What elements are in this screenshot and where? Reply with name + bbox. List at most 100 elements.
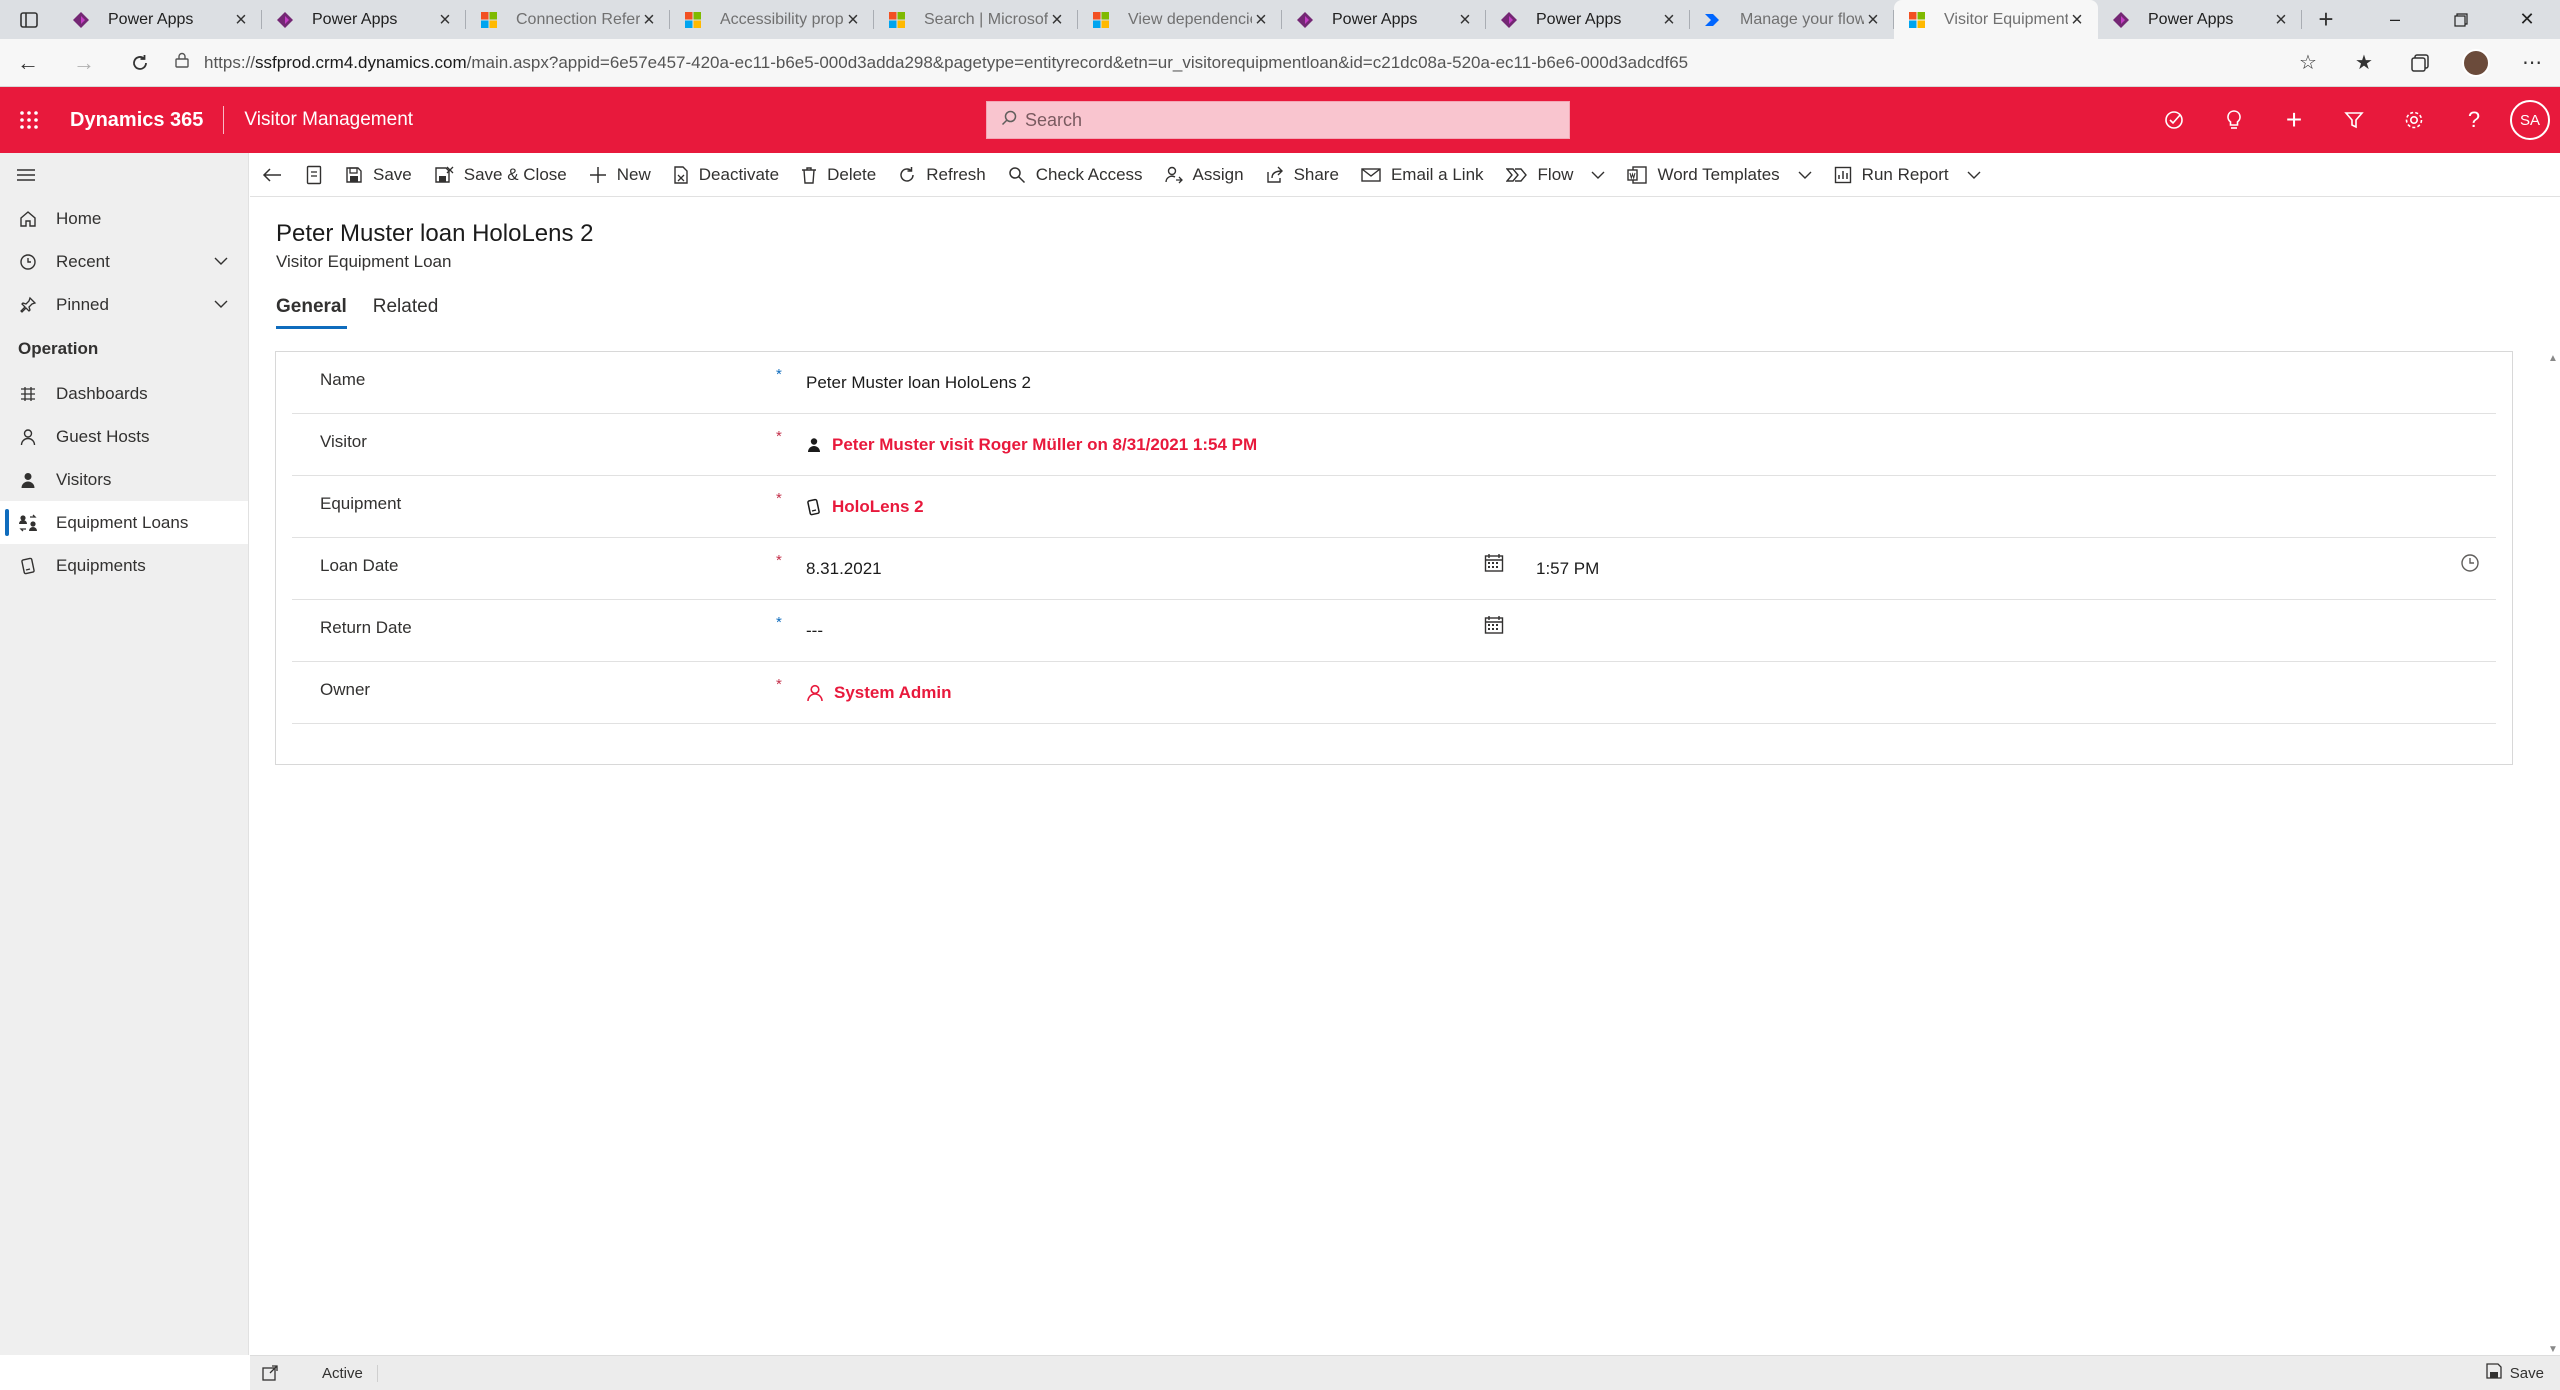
browser-tab[interactable]: Visitor Equipment × xyxy=(1894,0,2098,39)
new-tab-button[interactable]: + xyxy=(2302,0,2350,39)
forward-button[interactable]: → xyxy=(56,39,112,87)
loan-date-input[interactable]: 8.31.2021 xyxy=(806,559,882,579)
browser-tab[interactable]: Power Apps × xyxy=(1282,0,1486,39)
status-save-button[interactable]: Save xyxy=(2486,1363,2544,1383)
email-link-button[interactable]: Email a Link xyxy=(1350,153,1495,197)
nav-item-equipments[interactable]: Equipments xyxy=(0,544,248,587)
owner-lookup-link[interactable]: System Admin xyxy=(806,683,951,703)
browser-tab[interactable]: Power Apps × xyxy=(262,0,466,39)
close-tab-icon[interactable]: × xyxy=(844,10,862,30)
nav-collapse-button[interactable] xyxy=(0,153,248,197)
nav-item-guest-hosts[interactable]: Guest Hosts xyxy=(0,415,248,458)
minimize-button[interactable]: – xyxy=(2362,0,2428,39)
close-icon: ✕ xyxy=(2519,9,2535,29)
advanced-find-button[interactable] xyxy=(2324,87,2384,153)
nav-item-pinned[interactable]: Pinned xyxy=(0,283,248,326)
browser-tab[interactable]: Power Apps × xyxy=(58,0,262,39)
browser-tab-title: Accessibility prope xyxy=(720,10,844,28)
form-selector-button[interactable] xyxy=(294,153,334,197)
waffle-icon xyxy=(20,111,38,129)
field-return-date: Return Date * --- xyxy=(292,600,2496,662)
calendar-icon[interactable] xyxy=(1484,553,1504,578)
field-label: Return Date xyxy=(320,618,412,637)
save-close-button[interactable]: Save & Close xyxy=(423,153,578,197)
back-button[interactable]: ← xyxy=(0,39,56,87)
power-apps-icon xyxy=(1500,11,1518,29)
field-label: Equipment xyxy=(320,494,402,513)
search-input[interactable]: Search xyxy=(986,101,1570,139)
ideas-button[interactable] xyxy=(2204,87,2264,153)
favorites-button[interactable]: ★ xyxy=(2336,39,2392,87)
assign-button[interactable]: Assign xyxy=(1154,153,1255,197)
nav-item-recent[interactable]: Recent xyxy=(0,240,248,283)
app-launcher-button[interactable] xyxy=(0,87,58,153)
browser-tab[interactable]: Connection Refere × xyxy=(466,0,670,39)
close-tab-icon[interactable]: × xyxy=(1048,10,1066,30)
more-button[interactable]: ⋯ xyxy=(2504,39,2560,87)
profile-button[interactable] xyxy=(2448,39,2504,87)
calendar-icon[interactable] xyxy=(1484,615,1504,640)
close-tab-icon[interactable]: × xyxy=(2272,10,2290,30)
collections-button[interactable] xyxy=(2392,39,2448,87)
close-window-button[interactable]: ✕ xyxy=(2494,0,2560,39)
chevron-down-icon[interactable] xyxy=(212,252,230,275)
save-button[interactable]: Save xyxy=(334,153,423,197)
open-in-new-window-icon[interactable] xyxy=(250,1365,290,1381)
add-favorite-button[interactable]: ☆ xyxy=(2280,39,2336,87)
scroll-up-icon[interactable]: ▲ xyxy=(2548,353,2558,364)
nav-item-dashboards[interactable]: Dashboards xyxy=(0,372,248,415)
tasks-button[interactable] xyxy=(2144,87,2204,153)
browser-tab[interactable]: Manage your flow × xyxy=(1690,0,1894,39)
help-button[interactable]: ? xyxy=(2444,87,2504,153)
return-date-input[interactable]: --- xyxy=(806,621,823,641)
brand-title[interactable]: Dynamics 365 xyxy=(58,109,223,132)
nav-item-equipment-loans[interactable]: Equipment Loans xyxy=(0,501,248,544)
close-tab-icon[interactable]: × xyxy=(640,10,658,30)
user-avatar-button[interactable]: SA xyxy=(2510,100,2550,140)
word-templates-button[interactable]: Word Templates xyxy=(1616,153,1822,197)
refresh-button[interactable]: Refresh xyxy=(887,153,997,197)
close-tab-icon[interactable]: × xyxy=(1660,10,1678,30)
quick-create-button[interactable]: + xyxy=(2264,87,2324,153)
browser-tab[interactable]: Power Apps × xyxy=(2098,0,2302,39)
deactivate-button[interactable]: Deactivate xyxy=(662,153,790,197)
tab-general[interactable]: General xyxy=(276,296,347,329)
restore-button[interactable] xyxy=(2428,0,2494,39)
close-tab-icon[interactable]: × xyxy=(232,10,250,30)
settings-button[interactable] xyxy=(2384,87,2444,153)
browser-tab[interactable]: View dependencie × xyxy=(1078,0,1282,39)
name-input[interactable]: Peter Muster loan HoloLens 2 xyxy=(806,373,1031,393)
close-tab-icon[interactable]: × xyxy=(2068,10,2086,30)
back-button[interactable] xyxy=(250,153,294,197)
close-tab-icon[interactable]: × xyxy=(1864,10,1882,30)
browser-tab[interactable]: Search | Microsoft × xyxy=(874,0,1078,39)
equipment-lookup-link[interactable]: HoloLens 2 xyxy=(806,497,924,517)
close-tab-icon[interactable]: × xyxy=(436,10,454,30)
nav-item-label: Home xyxy=(56,208,102,228)
close-tab-icon[interactable]: × xyxy=(1252,10,1270,30)
nav-item-visitors[interactable]: Visitors xyxy=(0,458,248,501)
tab-related[interactable]: Related xyxy=(373,296,439,329)
minimize-icon: – xyxy=(2389,9,2400,29)
visitor-lookup-link[interactable]: Peter Muster visit Roger Müller on 8/31/… xyxy=(806,435,1257,455)
vertical-scrollbar[interactable]: ▲ ▼ xyxy=(2545,353,2560,1355)
close-tab-icon[interactable]: × xyxy=(1456,10,1474,30)
share-button[interactable]: Share xyxy=(1255,153,1350,197)
delete-button[interactable]: Delete xyxy=(790,153,887,197)
check-access-button[interactable]: Check Access xyxy=(997,153,1154,197)
reload-button[interactable] xyxy=(112,39,168,87)
browser-tab[interactable]: Accessibility prope × xyxy=(670,0,874,39)
app-name[interactable]: Visitor Management xyxy=(224,109,413,131)
tab-actions-button[interactable] xyxy=(0,0,58,39)
nav-item-home[interactable]: Home xyxy=(0,197,248,240)
chevron-down-icon[interactable] xyxy=(212,295,230,318)
flow-button[interactable]: Flow xyxy=(1495,153,1617,197)
new-button[interactable]: New xyxy=(578,153,662,197)
browser-tab[interactable]: Power Apps × xyxy=(1486,0,1690,39)
clock-icon[interactable] xyxy=(2460,553,2480,578)
loan-time-input[interactable]: 1:57 PM xyxy=(1536,559,1599,579)
run-report-button[interactable]: Run Report xyxy=(1823,153,1992,197)
url-field[interactable]: https://ssfprod.crm4.dynamics.com/main.a… xyxy=(168,45,2260,81)
people-swap-icon xyxy=(18,514,38,532)
scroll-down-icon[interactable]: ▼ xyxy=(2548,1344,2558,1355)
